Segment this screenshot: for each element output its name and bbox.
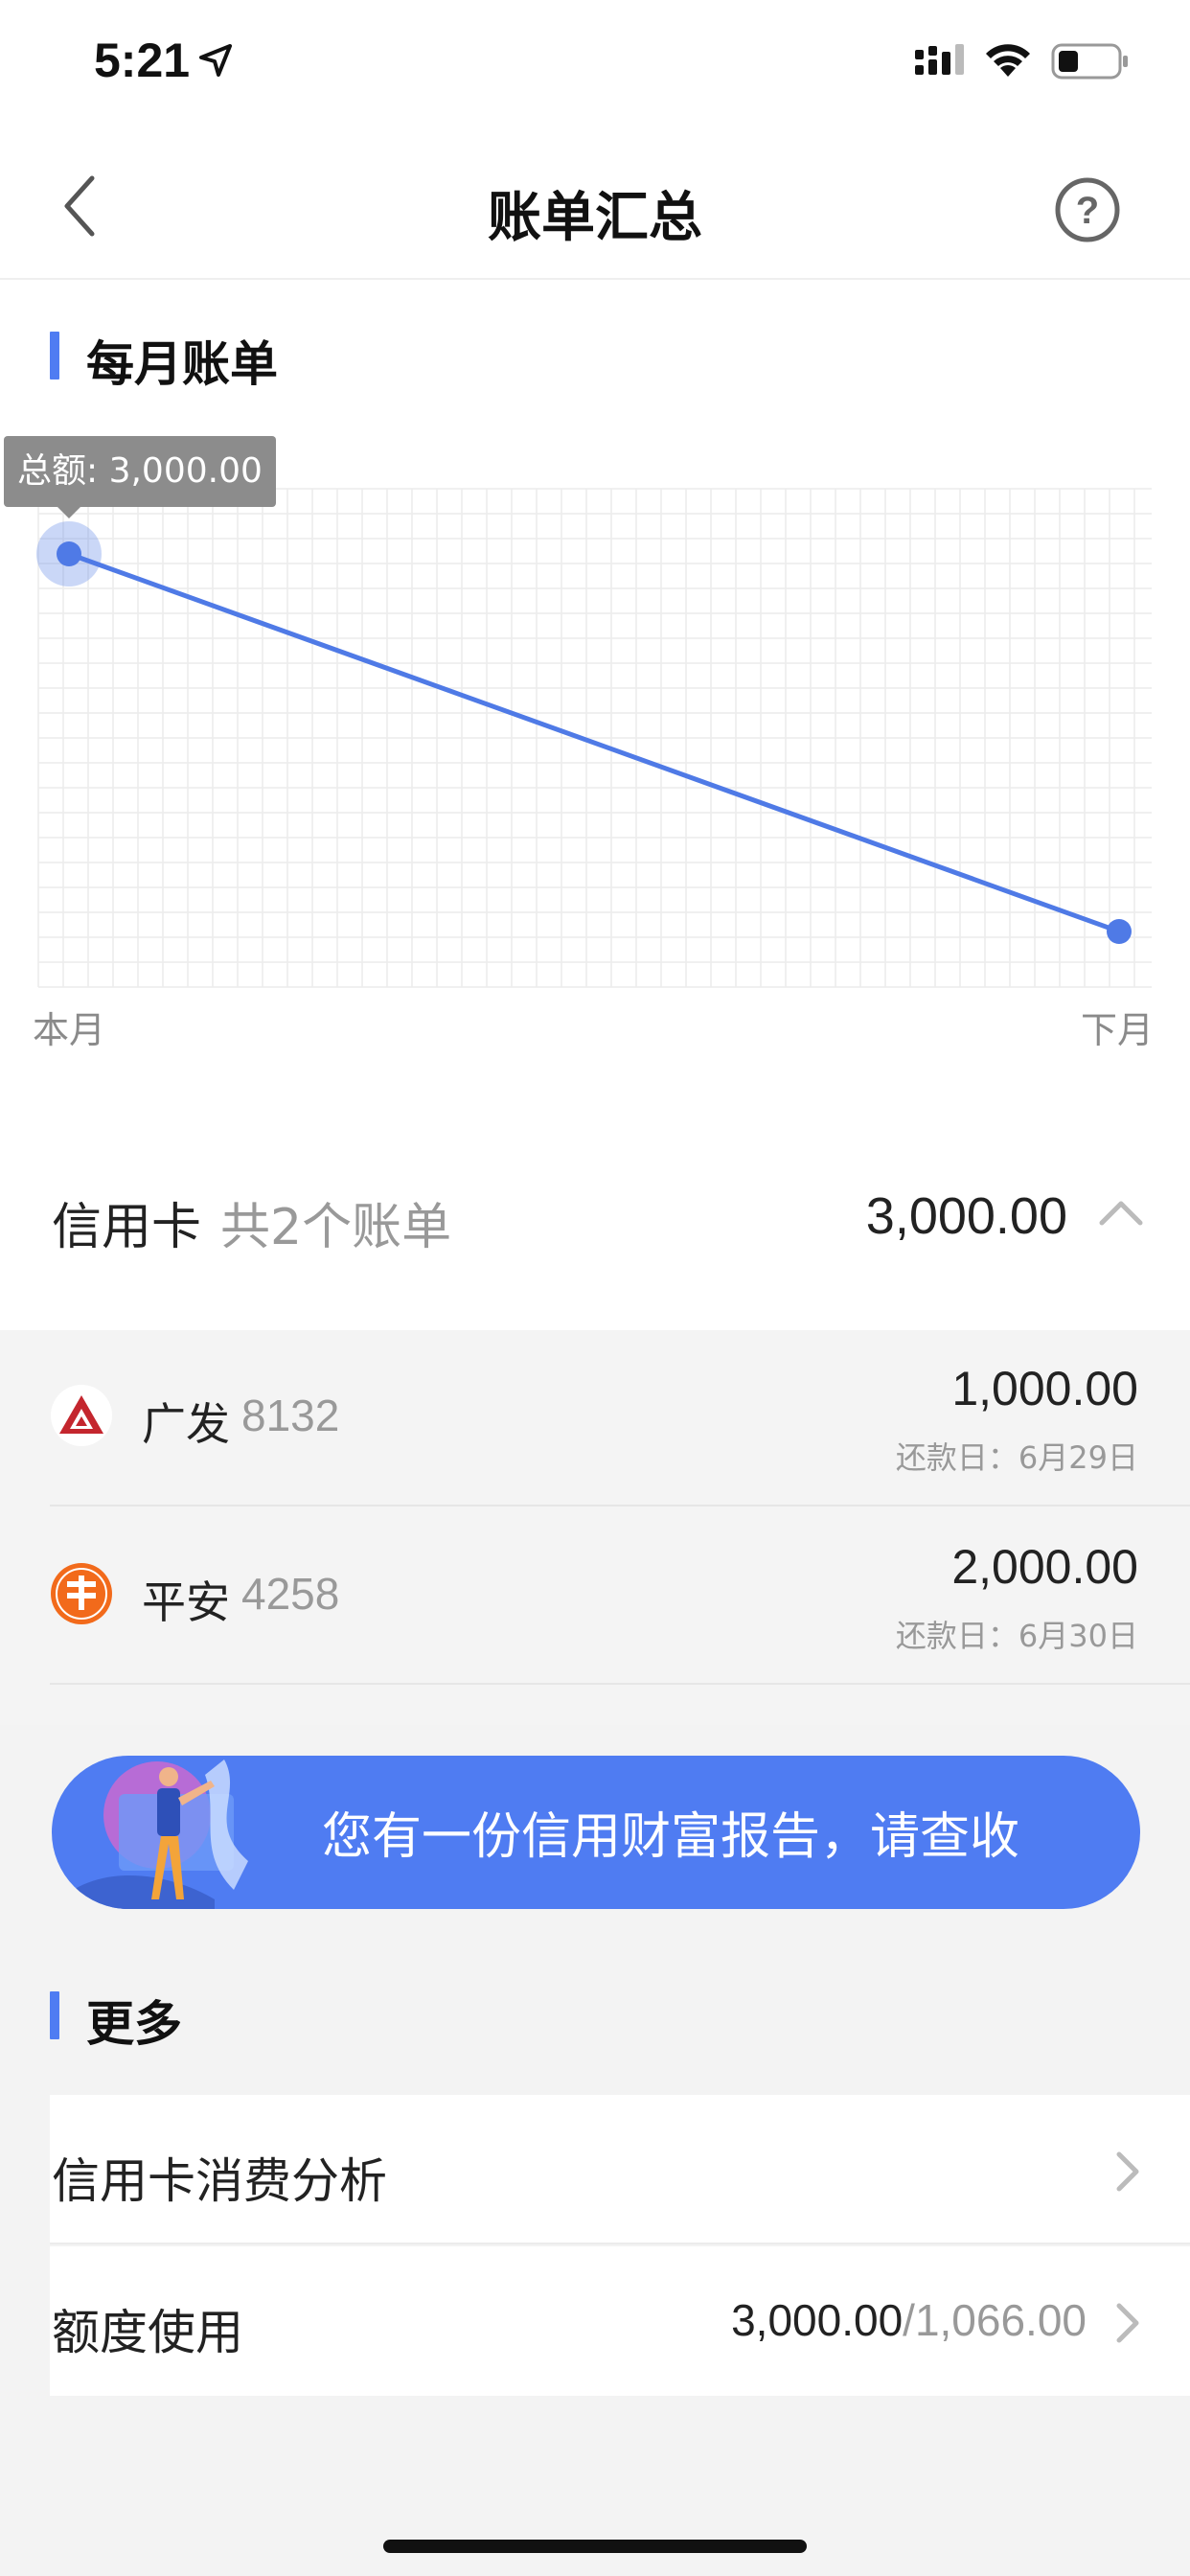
monthly-bill-chart [36, 488, 1152, 988]
bank-name: 平安 [142, 1576, 230, 1628]
chart-tooltip-arrow [57, 507, 80, 518]
quota-usage-row[interactable]: 额度使用 3,000.00/1,066.00 [50, 2246, 1190, 2396]
credit-report-banner[interactable]: 您有一份信用财富报告，请查收 [52, 1756, 1140, 1909]
card-amount: 1,000.00 [951, 1362, 1138, 1415]
guangfa-bank-logo-icon [51, 1385, 112, 1446]
credit-card-label: 信用卡 [52, 1199, 202, 1256]
spending-analysis-row[interactable]: 信用卡消费分析 [50, 2095, 1190, 2244]
credit-card-summary[interactable]: 信用卡 共2个账单 3,000.00 [0, 1129, 1190, 1330]
chevron-right-icon [1116, 2303, 1139, 2343]
card-row-guangfa[interactable]: 广发 8132 1,000.00 还款日：6月29日 [50, 1330, 1190, 1506]
monthly-section-title: 每月账单 [86, 336, 278, 392]
page-title: 账单汇总 [488, 187, 702, 249]
chart-tooltip: 总额: 3,000.00 [4, 436, 276, 507]
quota-limit-amount: 1,066.00 [914, 2295, 1087, 2345]
card-number: 8132 [241, 1391, 340, 1440]
chart-point[interactable] [57, 541, 81, 566]
status-bar: 5:21 [0, 0, 1190, 125]
bank-name: 广发 [142, 1398, 230, 1450]
wifi-icon [986, 44, 1030, 77]
chart-series-line [68, 551, 1120, 934]
cellular-signal-icon [915, 44, 964, 75]
credit-card-total: 3,000.00 [865, 1187, 1067, 1245]
home-indicator [383, 2540, 807, 2553]
due-date: 还款日：6月30日 [895, 1618, 1138, 1654]
due-date: 还款日：6月29日 [895, 1439, 1138, 1476]
pingan-bank-logo-icon [51, 1563, 112, 1624]
battery-icon [1051, 43, 1128, 80]
card-amount: 2,000.00 [951, 1540, 1138, 1594]
chart-point[interactable] [1107, 919, 1132, 944]
spending-analysis-label: 信用卡消费分析 [52, 2153, 387, 2209]
nav-bar: 账单汇总 ? [0, 134, 1190, 280]
svg-text:?: ? [1076, 190, 1099, 232]
section-accent-bar [50, 1991, 59, 2039]
banner-text: 您有一份信用财富报告，请查收 [322, 1808, 1020, 1866]
quota-separator: / [903, 2295, 915, 2345]
card-number: 4258 [241, 1569, 340, 1619]
quota-usage-label: 额度使用 [52, 2305, 243, 2360]
quota-used-amount: 3,000.00 [731, 2295, 904, 2345]
person-with-report-illustration-icon [52, 1760, 248, 1909]
location-arrow-icon [199, 44, 232, 77]
status-time: 5:21 [94, 34, 191, 87]
card-row-pingan[interactable]: 平安 4258 2,000.00 还款日：6月30日 [50, 1508, 1190, 1685]
chevron-right-icon [1116, 2151, 1139, 2192]
x-tick-label: 下月 [1081, 1009, 1155, 1051]
section-accent-bar [50, 332, 59, 380]
quota-usage-value: 3,000.00/1,066.00 [731, 2294, 1087, 2346]
card-list: 广发 8132 1,000.00 还款日：6月29日 平安 4258 2,000… [0, 1330, 1190, 1725]
bill-count: 共2个账单 [220, 1199, 452, 1256]
help-icon[interactable]: ? [1054, 176, 1121, 243]
chart-grid [37, 488, 1152, 988]
chevron-up-icon[interactable] [1098, 1198, 1144, 1227]
more-section-title: 更多 [86, 1996, 182, 2052]
x-tick-label: 本月 [33, 1009, 106, 1051]
